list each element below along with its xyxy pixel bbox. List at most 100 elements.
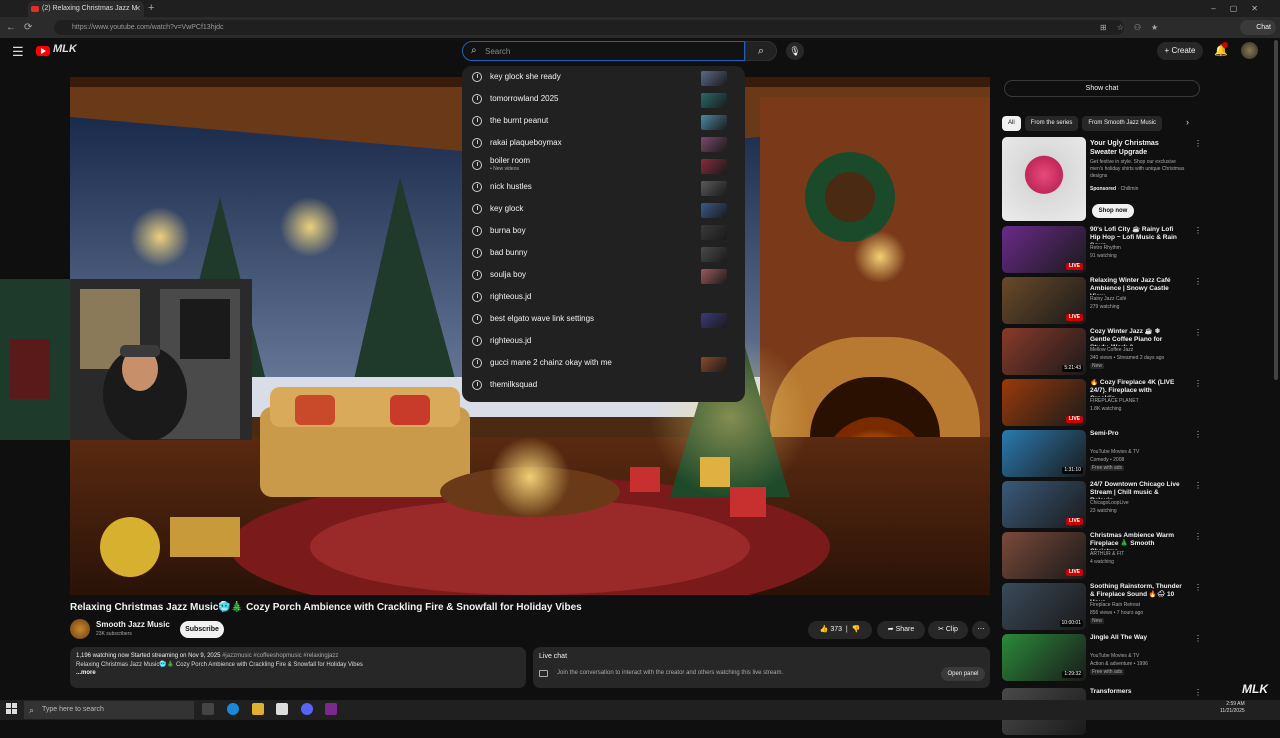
description-more-link[interactable]: ...more [76,670,520,676]
recommendation-title[interactable]: 🔥 Cozy Fireplace 4K (LIVE 24/7). Firepla… [1090,379,1182,397]
brand-logo[interactable]: MLK [53,43,77,55]
recommendation-channel[interactable]: FIREPLACE PLANET [1090,398,1139,404]
recommendation-channel[interactable]: YouTube Movies & TV [1090,653,1139,659]
recommendation-title[interactable]: Transformers [1090,688,1182,696]
task-view-icon[interactable] [202,703,214,715]
browser-nav-icons[interactable]: ←⟳ [6,17,40,38]
recommendation-thumbnail[interactable]: LIVE [1002,481,1086,528]
file-explorer-icon[interactable] [252,703,264,715]
search-button[interactable]: ⌕ [745,41,777,61]
recommendation-item[interactable]: LIVE 24/7 Downtown Chicago Live Stream | … [1002,481,1202,531]
windows-start-icon[interactable] [6,703,17,714]
like-dislike-button[interactable]: 👍 373 | 👎 [808,621,872,639]
show-chat-button[interactable]: Show chat [1004,80,1200,97]
system-clock[interactable]: 2:59 AM 11/21/2025 [1220,701,1245,715]
recommendation-item[interactable]: 5:21:43 Cozy Winter Jazz ☕ ❄ Gentle Coffe… [1002,328,1202,378]
recommendation-title[interactable]: 24/7 Downtown Chicago Live Stream | Chil… [1090,481,1182,499]
store-icon[interactable] [276,703,288,715]
recommendation-title[interactable]: Christmas Ambience Warm Fireplace 🎄 Smoo… [1090,532,1182,550]
create-button[interactable]: + Create [1157,42,1203,60]
search-suggestion[interactable]: gucci mane 2 chainz okay with me [462,353,745,375]
description-box[interactable]: 1,196 watching now Started streaming on … [70,647,526,688]
recommendation-channel[interactable]: ChicagoLoopLive [1090,500,1129,506]
chevron-right-icon[interactable]: › [1186,117,1189,127]
browser-tab[interactable]: (2) Relaxing Christmas Jazz M ✕ [28,1,144,17]
search-suggestion[interactable]: key glock [462,199,745,221]
ad-thumbnail[interactable] [1002,137,1086,221]
recommendation-thumbnail[interactable]: LIVE [1002,277,1086,324]
more-vertical-icon[interactable]: ⋮ [1194,277,1202,286]
window-controls[interactable]: –▢✕ [1211,0,1272,17]
subscribe-button[interactable]: Subscribe [180,621,224,638]
recommendation-title[interactable]: 90's Lofi City ☕ Rainy Lofi Hip Hop ~ Lo… [1090,226,1182,244]
copilot-chat-button[interactable]: Chat [1240,20,1276,35]
page-scrollbar[interactable] [1274,40,1278,380]
recommendation-title[interactable]: Semi-Pro [1090,430,1182,438]
recommendation-item[interactable]: 10:00:01 Soothing Rainstorm, Thunder & Fi… [1002,583,1202,633]
recommendation-channel[interactable]: YouTube Movies & TV [1090,449,1139,455]
more-vertical-icon[interactable]: ⋮ [1194,583,1202,592]
recommendation-thumbnail[interactable]: LIVE [1002,226,1086,273]
more-vertical-icon[interactable]: ⋮ [1194,139,1202,148]
channel-avatar[interactable] [70,619,90,639]
recommendation-thumbnail[interactable]: LIVE [1002,532,1086,579]
recommendation-thumbnail[interactable]: 10:00:01 [1002,583,1086,630]
more-vertical-icon[interactable]: ⋮ [1194,532,1202,541]
clip-button[interactable]: ✂ Clip [928,621,968,639]
youtube-logo-icon[interactable] [36,46,50,56]
recommendation-item[interactable]: LIVE Christmas Ambience Warm Fireplace 🎄 … [1002,532,1202,582]
close-tab-icon[interactable]: ✕ [134,1,141,17]
search-suggestion[interactable]: best elgato wave link settings [462,309,745,331]
hamburger-menu-icon[interactable]: ☰ [12,44,24,60]
more-actions-button[interactable]: ⋯ [972,621,990,639]
thumbs-down-icon[interactable]: | 👎 [842,626,860,633]
url-field[interactable]: https://www.youtube.com/watch?v=VwPCf13h… [54,20,1124,35]
search-box[interactable]: ⌕ [462,41,745,61]
more-vertical-icon[interactable]: ⋮ [1194,379,1202,388]
more-vertical-icon[interactable]: ⋮ [1194,328,1202,337]
recommendation-channel[interactable]: Mellow Coffee Jazz [1090,347,1133,353]
recommendation-thumbnail[interactable]: 1:31:10 [1002,430,1086,477]
recommendation-channel[interactable]: Retro Rhythm [1090,245,1121,251]
search-suggestion[interactable]: righteous.jd [462,287,745,309]
streaming-app-icon[interactable] [325,703,337,715]
search-suggestion[interactable]: nick hustles [462,177,745,199]
recommendation-item[interactable]: 1:31:10 Semi-Pro YouTube Movies & TV Comedy… [1002,430,1202,480]
more-vertical-icon[interactable]: ⋮ [1194,430,1202,439]
edge-browser-icon[interactable] [227,703,239,715]
recommendation-item[interactable]: LIVE 90's Lofi City ☕ Rainy Lofi Hip Hop … [1002,226,1202,276]
recommendation-thumbnail[interactable]: 1:29:32 [1002,634,1086,681]
ad-title[interactable]: Your Ugly Christmas Sweater Upgrade [1090,139,1186,157]
recommendation-item[interactable]: LIVE Relaxing Winter Jazz Café Ambience |… [1002,277,1202,327]
more-vertical-icon[interactable]: ⋮ [1194,634,1202,643]
search-suggestion[interactable]: soulja boy [462,265,745,287]
recommendation-thumbnail[interactable]: 5:21:43 [1002,328,1086,375]
recommendation-item[interactable]: LIVE 🔥 Cozy Fireplace 4K (LIVE 24/7). Fir… [1002,379,1202,429]
recommendation-title[interactable]: Relaxing Winter Jazz Café Ambience | Sno… [1090,277,1182,295]
more-vertical-icon[interactable]: ⋮ [1194,226,1202,235]
chip-all[interactable]: All [1002,116,1021,131]
share-button[interactable]: ➦ Share [877,621,925,639]
thumbs-up-icon[interactable]: 👍 [820,626,831,633]
recommendation-item[interactable]: 1:29:32 Jingle All The Way YouTube Movies … [1002,634,1202,684]
description-hashtags[interactable]: #jazzmusic #coffeeshopmusic #relaxingjaz… [222,653,338,659]
recommendation-title[interactable]: Soothing Rainstorm, Thunder & Fireplace … [1090,583,1182,601]
search-suggestion[interactable]: key glock she ready [462,67,745,89]
taskbar-search[interactable]: ⌕ Type here to search [24,701,194,719]
search-suggestion[interactable]: boiler room • New videos [462,155,745,177]
search-suggestion[interactable]: tomorrowland 2025 [462,89,745,111]
search-suggestion[interactable]: rakai plaqueboymax [462,133,745,155]
recommendation-title[interactable]: Jingle All The Way [1090,634,1182,642]
voice-search-button[interactable]: 🎙 [786,42,804,60]
channel-name[interactable]: Smooth Jazz Music [96,620,170,629]
recommendation-thumbnail[interactable]: LIVE [1002,379,1086,426]
open-panel-button[interactable]: Open panel [941,667,985,681]
recommendation-channel[interactable]: Rainy Jazz Café [1090,296,1126,302]
search-suggestion[interactable]: bad bunny [462,243,745,265]
chip-from-channel[interactable]: From Smooth Jazz Music [1082,116,1163,131]
search-suggestion[interactable]: the burnt peanut [462,111,745,133]
search-suggestion[interactable]: burna boy [462,221,745,243]
more-vertical-icon[interactable]: ⋮ [1194,481,1202,490]
recommendation-title[interactable]: Cozy Winter Jazz ☕ ❄ Gentle Coffee Piano… [1090,328,1182,346]
search-input[interactable] [485,45,735,58]
